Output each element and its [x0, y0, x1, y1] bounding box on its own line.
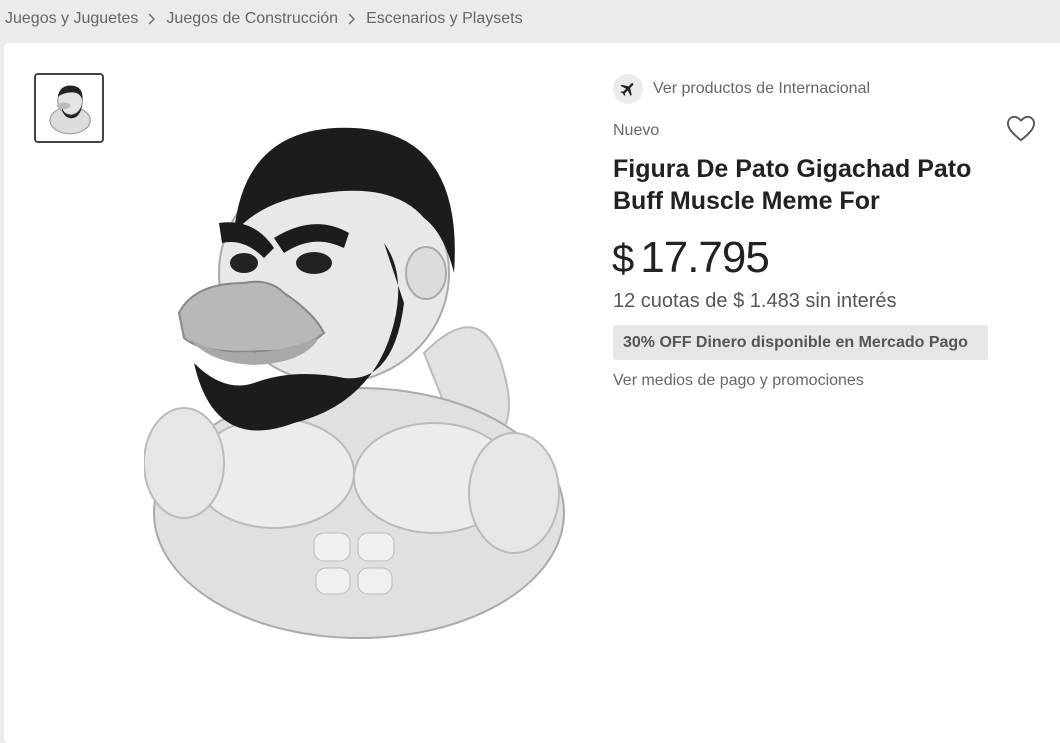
- payment-methods-link[interactable]: Ver medios de pago y promociones: [613, 372, 864, 390]
- breadcrumb: Juegos y Juguetes Juegos de Construcción…: [5, 8, 523, 30]
- breadcrumb-item-juegos-de-construccion[interactable]: Juegos de Construcción: [166, 10, 338, 28]
- promo-badge: 30% OFF Dinero disponible en Mercado Pag…: [613, 325, 988, 360]
- promo-text: 30% OFF Dinero disponible en Mercado Pag…: [623, 333, 968, 351]
- seller-link[interactable]: Ver productos de Internacional: [613, 74, 870, 104]
- heart-outline-icon[interactable]: [1006, 115, 1036, 143]
- price-currency: $: [612, 237, 635, 281]
- breadcrumb-item-escenarios-y-playsets[interactable]: Escenarios y Playsets: [366, 10, 523, 28]
- product-title: Figura De Pato Gigachad Pato Buff Muscle…: [613, 155, 972, 215]
- product-main-image[interactable]: [143, 123, 574, 653]
- seller-label: Ver productos de Internacional: [653, 80, 871, 97]
- price-amount: 17.795: [640, 233, 770, 282]
- chevron-right-icon: [348, 13, 356, 25]
- product-card: Ver productos de Internacional Nuevo Fig…: [4, 43, 1060, 743]
- gallery-thumbnail[interactable]: [34, 73, 104, 143]
- duck-thumbnail-image: [49, 85, 91, 135]
- chevron-right-icon: [148, 13, 156, 25]
- installments-text: 12 cuotas de $ 1.483 sin interés: [613, 290, 897, 312]
- airplane-icon: [613, 74, 643, 104]
- price: $ 17.795: [612, 233, 770, 283]
- gigachad-duck-image: [143, 127, 565, 639]
- condition-label: Nuevo: [613, 122, 660, 139]
- breadcrumb-item-juegos-y-juguetes[interactable]: Juegos y Juguetes: [5, 10, 138, 28]
